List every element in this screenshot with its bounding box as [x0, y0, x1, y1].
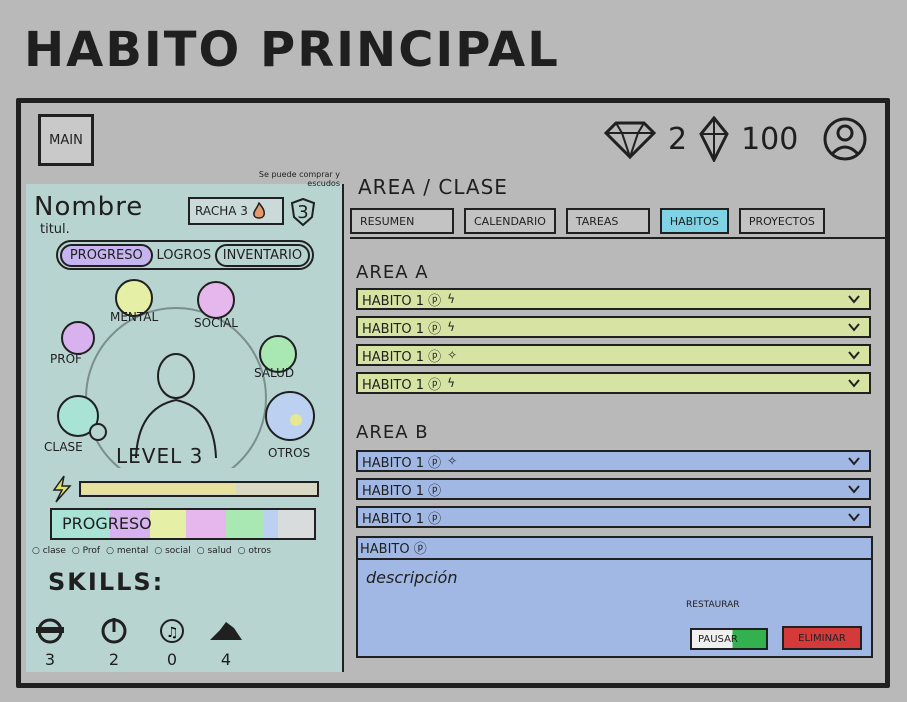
legend-social: social — [154, 546, 191, 556]
habit-row[interactable]: HABITO 1 ⓟ ϟ — [356, 316, 871, 338]
streak-note: Se puede comprar y escudos — [258, 170, 340, 188]
habit-type-icon: ϟ — [447, 320, 456, 334]
tab-tareas[interactable]: TAREAS — [565, 208, 650, 234]
xp-bar — [52, 475, 319, 503]
stat-label-mental: MENTAL — [110, 310, 159, 324]
stat-label-otros: OTROS — [268, 446, 311, 460]
skill-mask[interactable]: 3 — [30, 618, 70, 669]
music-icon: ♫ — [160, 619, 184, 643]
habit-type-icon: ϟ — [447, 292, 456, 306]
skill-music[interactable]: ♫ 0 — [152, 618, 192, 669]
stat-label-social: SOCIAL — [194, 316, 238, 330]
stat-label-salud: SALUD — [254, 366, 295, 380]
svg-text:♫: ♫ — [166, 625, 179, 641]
tab-inventario[interactable]: INVENTARIO — [214, 243, 311, 267]
legend-otros: otros — [238, 546, 271, 556]
crystal-count: 100 — [741, 121, 799, 157]
skill-value: 3 — [44, 650, 56, 669]
habit-name: HABITO 1 ⓟ — [362, 349, 442, 365]
habit-name: HABITO 1 ⓟ — [362, 455, 442, 471]
stat-social — [197, 281, 235, 319]
chevron-down-icon[interactable] — [847, 376, 861, 390]
legend-prof: Prof — [72, 546, 100, 556]
main-menu-button[interactable]: MAIN — [38, 114, 94, 166]
habit-name: HABITO 1 ⓟ — [362, 321, 442, 337]
diamond-icon — [603, 121, 657, 159]
stat-clase — [57, 395, 107, 441]
habit-row[interactable]: HABITO 1 ⓟ — [356, 478, 871, 500]
habit-row[interactable]: HABITO 1 ⓟ — [356, 506, 871, 528]
gem-count: 2 — [668, 121, 688, 157]
habit-name: HABITO 1 ⓟ — [362, 483, 442, 499]
habit-name: HABITO 1 ⓟ — [362, 511, 442, 527]
compass-icon — [101, 618, 127, 644]
tab-habitos[interactable]: HABITOS — [659, 208, 729, 234]
chevron-down-icon[interactable] — [847, 454, 861, 468]
chevron-down-icon[interactable] — [847, 292, 861, 306]
habit-type-icon: ✧ — [447, 454, 458, 468]
lightning-icon — [52, 475, 72, 503]
stat-label-prof: PROF — [50, 352, 82, 366]
streak-shield: 3 — [290, 197, 316, 227]
stat-otros — [265, 391, 315, 441]
skills-label: SKILLS: — [48, 568, 165, 596]
streak-box[interactable]: RACHA 3 — [188, 197, 284, 225]
page-title: HABITO PRINCIPAL — [24, 22, 560, 78]
character-tabs: PROGRESO LOGROS INVENTARIO — [56, 240, 314, 270]
restore-label: RESTAURAR — [686, 600, 740, 610]
chevron-down-icon[interactable] — [847, 482, 861, 496]
habit-description[interactable]: descripción — [366, 568, 457, 587]
habit-row[interactable]: HABITO 1 ⓟ ϟ — [356, 288, 871, 310]
tab-progreso[interactable]: PROGRESO — [59, 243, 153, 267]
legend-mental: mental — [106, 546, 149, 556]
area-b-label: AREA B — [356, 422, 429, 443]
skill-value: 4 — [220, 650, 232, 669]
legend-salud: salud — [197, 546, 231, 556]
resource-bar: 2 100 — [602, 115, 870, 163]
habit-row[interactable]: HABITO 1 ⓟ ✧ — [356, 344, 871, 366]
habit-type-icon: ϟ — [447, 376, 456, 390]
tab-logros[interactable]: LOGROS — [156, 248, 211, 263]
mask-icon — [36, 618, 64, 644]
legend-clase: clase — [32, 546, 66, 556]
skill-value: 2 — [108, 650, 120, 669]
skill-value: 0 — [166, 650, 178, 669]
tab-proyectos[interactable]: PROYECTOS — [738, 208, 825, 234]
progress-legend: clase Prof mental social salud otros — [32, 546, 342, 556]
tab-resumen[interactable]: RESUMEN — [350, 208, 454, 234]
character-name: Nombre — [34, 192, 144, 222]
hat-icon — [210, 622, 242, 640]
habit-row[interactable]: HABITO 1 ⓟ ✧ — [356, 450, 871, 472]
stat-prof — [61, 321, 95, 355]
skill-compass[interactable]: 2 — [94, 618, 134, 669]
delete-button[interactable]: ELIMINAR — [782, 626, 862, 650]
chevron-down-icon[interactable] — [847, 348, 861, 362]
chevron-down-icon[interactable] — [847, 510, 861, 524]
stat-label-clase: CLASE — [44, 440, 83, 454]
skill-hat[interactable]: 4 — [206, 618, 246, 669]
tab-calendario[interactable]: CALENDARIO — [464, 208, 556, 234]
crystal-icon — [699, 116, 729, 162]
streak-label: RACHA 3 — [195, 204, 248, 218]
progress-label: PROGRESO — [62, 514, 152, 533]
habit-type-icon: ✧ — [447, 348, 458, 362]
area-a-label: AREA A — [356, 262, 429, 283]
habit-detail-header[interactable]: HABITO ⓟ — [356, 536, 873, 560]
tab-underline — [350, 237, 890, 239]
breadcrumb: AREA / CLASE — [358, 175, 508, 199]
chevron-down-icon[interactable] — [847, 320, 861, 334]
avatar-head — [157, 353, 195, 399]
stats-diagram — [57, 279, 315, 468]
habit-name: HABITO 1 ⓟ — [362, 377, 442, 393]
habit-row[interactable]: HABITO 1 ⓟ ϟ — [356, 372, 871, 394]
shield-count: 3 — [297, 201, 309, 223]
flame-icon — [253, 202, 265, 219]
profile-icon[interactable] — [820, 116, 870, 162]
pause-button[interactable]: PAUSAR — [690, 628, 768, 650]
habit-name: HABITO 1 ⓟ — [362, 293, 442, 309]
character-title: titul. — [40, 222, 70, 237]
level-label: LEVEL 3 — [116, 444, 204, 468]
main-tabs: RESUMEN CALENDARIO TAREAS HABITOS PROYEC… — [350, 208, 825, 238]
